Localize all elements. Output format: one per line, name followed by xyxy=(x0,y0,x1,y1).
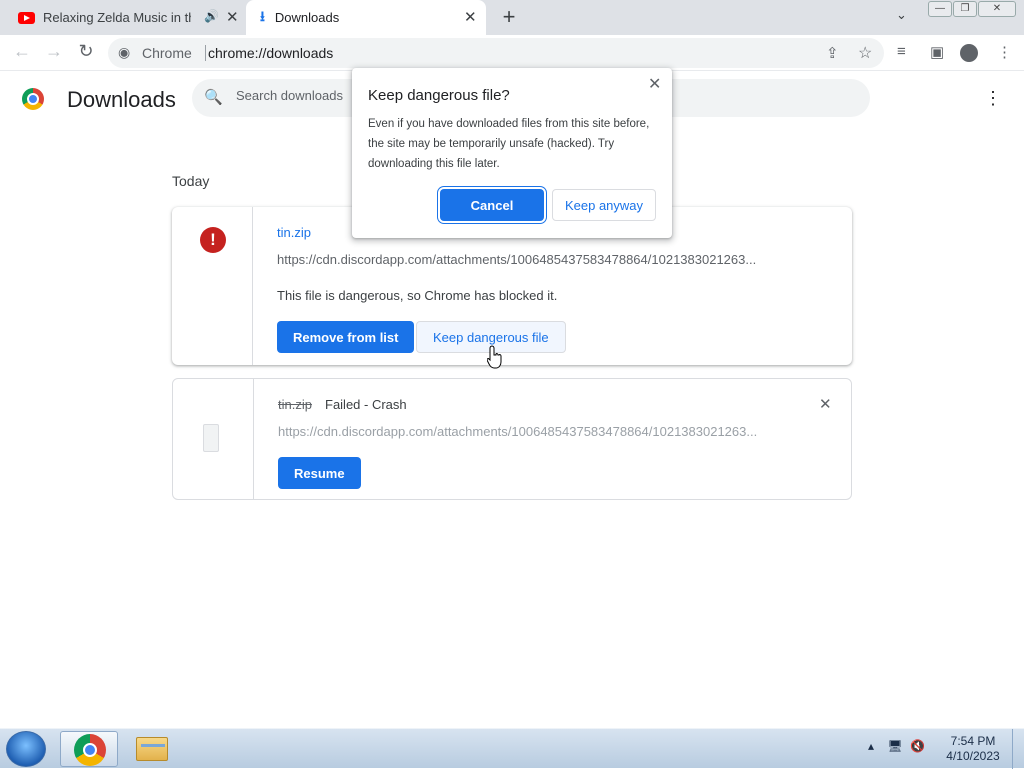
close-icon[interactable]: ✕ xyxy=(648,74,661,94)
windows-taskbar: ▴ 🖥 🔇 7:54 PM 4/10/2023 xyxy=(0,728,1024,769)
system-tray: ▴ 🖥 🔇 xyxy=(868,739,925,753)
chrome-icon xyxy=(74,734,106,766)
page-title: Downloads xyxy=(67,87,176,112)
site-label: Chrome xyxy=(142,45,192,61)
chrome-menu-icon[interactable]: ⋮ xyxy=(997,43,1012,61)
forward-icon[interactable]: → xyxy=(42,41,66,62)
profile-avatar[interactable] xyxy=(960,44,978,62)
file-icon xyxy=(203,424,219,452)
close-tab-icon[interactable]: ✕ xyxy=(464,8,477,26)
file-url-link[interactable]: https://cdn.discordapp.com/attachments/1… xyxy=(277,252,772,267)
cancel-button[interactable]: Cancel xyxy=(440,189,544,221)
file-name-link[interactable]: tin.zip xyxy=(277,225,311,240)
clock-time: 7:54 PM xyxy=(950,734,996,748)
show-hidden-icons-icon[interactable]: ▴ xyxy=(868,739,874,753)
file-name-struck: tin.zip xyxy=(278,397,312,412)
new-tab-button[interactable]: + xyxy=(498,4,520,30)
clock-date: 4/10/2023 xyxy=(946,749,1000,763)
bookmark-star-icon[interactable]: ☆ xyxy=(858,43,872,63)
date-section-label: Today xyxy=(172,173,210,189)
hand-cursor-icon xyxy=(487,345,502,369)
close-tab-icon[interactable]: ✕ xyxy=(226,8,239,26)
reading-list-icon[interactable]: ≡ xyxy=(897,43,906,60)
remove-item-icon[interactable]: ✕ xyxy=(819,395,832,413)
system-clock[interactable]: 7:54 PM 4/10/2023 xyxy=(938,734,1008,764)
dialog-title: Keep dangerous file? xyxy=(368,87,510,104)
card-divider xyxy=(252,207,253,365)
side-panel-icon[interactable]: ▣ xyxy=(930,43,944,61)
network-icon[interactable]: 🖥 xyxy=(887,739,902,753)
speaker-icon[interactable]: 🔊 xyxy=(204,9,219,23)
file-url-text: https://cdn.discordapp.com/attachments/1… xyxy=(278,424,758,439)
reload-icon[interactable]: ↻ xyxy=(74,41,98,62)
browser-toolbar: ← → ↻ ◉ Chrome chrome://downloads ⇪ ☆ ≡ … xyxy=(0,35,1024,71)
back-icon[interactable]: ← xyxy=(10,41,34,62)
tab-search-chevron-icon[interactable]: ⌄ xyxy=(896,7,907,23)
taskbar-explorer-button[interactable] xyxy=(122,731,180,767)
tab-downloads[interactable]: ⭳ Downloads ✕ xyxy=(246,0,486,35)
keep-anyway-button[interactable]: Keep anyway xyxy=(552,189,656,221)
tab-title: Downloads xyxy=(274,10,340,25)
share-icon[interactable]: ⇪ xyxy=(826,44,839,62)
tab-title: Relaxing Zelda Music in the R xyxy=(43,10,191,25)
start-button[interactable] xyxy=(6,731,46,767)
restore-button[interactable]: ❐ xyxy=(953,1,977,17)
download-item-failed: tin.zip Failed - Crash ✕ https://cdn.dis… xyxy=(172,378,852,500)
remove-from-list-button[interactable]: Remove from list xyxy=(277,321,415,353)
volume-muted-icon[interactable]: 🔇 xyxy=(910,739,925,753)
tab-relaxing-zelda-music[interactable]: Relaxing Zelda Music in the R 🔊 ✕ xyxy=(8,0,244,35)
download-icon: ⭳ xyxy=(260,7,265,24)
chrome-site-icon[interactable]: ◉ xyxy=(118,44,130,61)
resume-button[interactable]: Resume xyxy=(278,457,361,489)
tab-strip: Relaxing Zelda Music in the R 🔊 ✕ ⭳ Down… xyxy=(0,0,1024,35)
error-icon: ! xyxy=(200,227,226,253)
close-window-button[interactable]: ✕ xyxy=(978,1,1016,17)
more-options-icon[interactable]: ⋮ xyxy=(984,88,1002,109)
folder-icon xyxy=(136,737,168,761)
chrome-logo-icon xyxy=(22,88,44,110)
omnibox-separator xyxy=(205,45,206,61)
url-text[interactable]: chrome://downloads xyxy=(208,45,333,61)
taskbar-chrome-button[interactable] xyxy=(60,731,118,767)
danger-status-text: This file is dangerous, so Chrome has bl… xyxy=(277,288,558,303)
search-icon: 🔍 xyxy=(204,89,223,106)
dialog-body-text: Even if you have downloaded files from t… xyxy=(368,118,650,170)
download-status: Failed - Crash xyxy=(325,397,407,412)
card-divider xyxy=(253,379,254,499)
show-desktop-button[interactable] xyxy=(1012,729,1024,769)
address-bar[interactable]: ◉ Chrome chrome://downloads ⇪ ☆ xyxy=(108,38,884,68)
minimize-button[interactable]: — xyxy=(928,1,952,17)
youtube-icon xyxy=(18,11,35,24)
keep-dangerous-file-dialog: Keep dangerous file? ✕ Even if you have … xyxy=(352,68,672,238)
